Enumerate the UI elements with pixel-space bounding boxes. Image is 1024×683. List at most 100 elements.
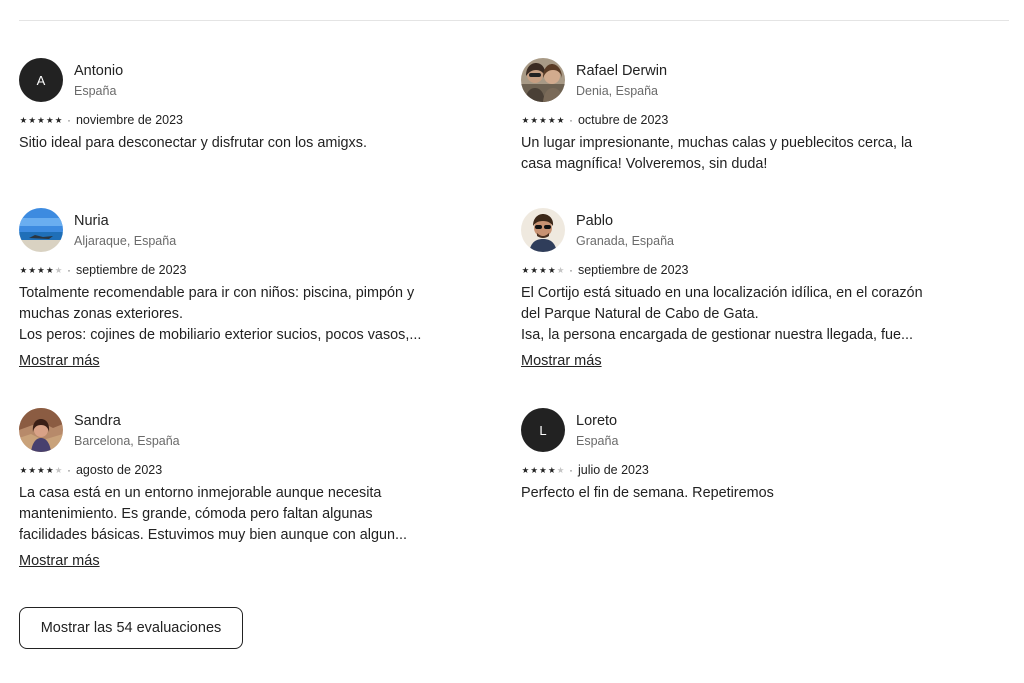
review-date: septiembre de 2023: [75, 263, 187, 277]
star-icon: ★: [54, 115, 63, 125]
reviewer-location: Aljaraque, España: [74, 233, 177, 248]
review-meta: ★ ★ ★ ★ ★ · agosto de 2023: [19, 462, 439, 478]
separator-dot: ·: [568, 463, 573, 477]
review-text-line: casa magnífica! Volveremos, sin duda!: [521, 156, 768, 172]
review-text-line: Sitio ideal para desconectar y disfrutar…: [19, 135, 367, 151]
star-rating: ★ ★ ★ ★ ★: [521, 265, 565, 275]
star-icon: ★: [37, 465, 45, 475]
star-icon: ★: [547, 465, 556, 475]
review-text-line: mantenimiento. Es grande, cómoda pero fa…: [19, 506, 373, 522]
review-text: Perfecto el fin de semana. Repetiremos: [521, 483, 941, 504]
review-meta: ★ ★ ★ ★ ★ · julio de 2023: [521, 462, 941, 478]
review-date: octubre de 2023: [577, 113, 669, 127]
review-date: julio de 2023: [577, 463, 649, 477]
review-card: Nuria Aljaraque, España ★ ★ ★ ★ ★ · septiembre d…: [19, 208, 439, 370]
review-meta: ★ ★ ★ ★ ★ · octubre de 2023: [521, 112, 941, 128]
star-icon: ★: [530, 265, 538, 275]
review-date: agosto de 2023: [75, 463, 163, 477]
reviewer-name: Loreto: [576, 412, 618, 429]
review-card: Sandra Barcelona, España ★ ★ ★ ★ ★ · agosto de 2…: [19, 408, 439, 570]
review-header: Nuria Aljaraque, España: [19, 208, 439, 252]
star-icon: ★: [37, 265, 45, 275]
separator-dot: ·: [568, 113, 573, 127]
review-text-line: Totalmente recomendable para ir con niño…: [19, 285, 415, 301]
reviewer-location: Denia, España: [576, 83, 659, 98]
show-more-link[interactable]: Mostrar más: [19, 353, 100, 369]
reviewer-name: Pablo: [576, 212, 614, 229]
star-icon: ★: [45, 465, 54, 475]
star-icon: ★: [45, 115, 54, 125]
reviewer-name: Nuria: [74, 212, 109, 229]
review-text-line: Perfecto el fin de semana. Repetiremos: [521, 485, 774, 501]
show-more-link[interactable]: Mostrar más: [19, 553, 100, 569]
star-icon: ★: [45, 265, 54, 275]
star-icon: ★: [547, 115, 556, 125]
star-icon: ★: [539, 115, 547, 125]
review-meta: ★ ★ ★ ★ ★ · septiembre de 2023: [521, 262, 941, 278]
star-icon: ★: [521, 265, 530, 275]
reviewer-avatar[interactable]: [19, 408, 63, 452]
reviewer-location: España: [576, 433, 619, 448]
review-header: A Antonio España: [19, 58, 439, 102]
review-text-line: El Cortijo está situado en una localizac…: [521, 285, 923, 301]
star-icon: ★: [54, 265, 63, 275]
review-header: Pablo Granada, España: [521, 208, 941, 252]
review-header: L Loreto España: [521, 408, 941, 452]
review-card: L Loreto España ★ ★ ★ ★ ★ · julio de 2023 Perfecto…: [521, 408, 941, 504]
star-icon: ★: [19, 115, 28, 125]
separator-dot: ·: [66, 113, 71, 127]
reviewer-avatar[interactable]: L: [521, 408, 565, 452]
reviewer-location: Barcelona, España: [74, 433, 180, 448]
star-rating: ★ ★ ★ ★ ★: [521, 115, 565, 125]
reviewer-avatar[interactable]: A: [19, 58, 63, 102]
reviewer-avatar[interactable]: [521, 58, 565, 102]
reviewer-avatar[interactable]: [19, 208, 63, 252]
review-header: Sandra Barcelona, España: [19, 408, 439, 452]
star-rating: ★ ★ ★ ★ ★: [521, 465, 565, 475]
review-text-line: facilidades básicas. Estuvimos muy bien …: [19, 527, 407, 543]
separator-dot: ·: [66, 463, 71, 477]
review-text-line: del Parque Natural de Cabo de Gata.: [521, 306, 759, 322]
avatar-initial: A: [36, 72, 46, 88]
review-date: noviembre de 2023: [75, 113, 184, 127]
review-text-line: Isa, la persona encargada de gestionar n…: [521, 327, 914, 343]
reviewer-avatar[interactable]: [521, 208, 565, 252]
star-icon: ★: [37, 115, 45, 125]
star-rating: ★ ★ ★ ★ ★: [19, 115, 63, 125]
reviewer-location: España: [74, 83, 117, 98]
star-icon: ★: [556, 265, 565, 275]
star-rating: ★ ★ ★ ★ ★: [19, 265, 63, 275]
star-icon: ★: [556, 115, 565, 125]
star-icon: ★: [539, 265, 547, 275]
star-icon: ★: [530, 115, 538, 125]
section-divider: [19, 20, 1009, 21]
review-text: El Cortijo está situado en una localizac…: [521, 283, 941, 346]
review-text: Totalmente recomendable para ir con niño…: [19, 283, 439, 346]
review-text-line: Los peros: cojines de mobiliario exterio…: [19, 327, 422, 343]
show-all-reviews-button[interactable]: Mostrar las 54 evaluaciones: [19, 607, 243, 649]
reviewer-location: Granada, España: [576, 233, 674, 248]
star-icon: ★: [521, 115, 530, 125]
star-icon: ★: [28, 115, 36, 125]
star-icon: ★: [28, 465, 36, 475]
star-icon: ★: [19, 465, 28, 475]
review-text-line: La casa está en un entorno inmejorable a…: [19, 485, 382, 501]
star-rating: ★ ★ ★ ★ ★: [19, 465, 63, 475]
star-icon: ★: [547, 265, 556, 275]
review-text: Sitio ideal para desconectar y disfrutar…: [19, 133, 439, 154]
show-more-link[interactable]: Mostrar más: [521, 353, 602, 369]
review-header: Rafael Derwin Denia, España: [521, 58, 941, 102]
review-card: Pablo Granada, España ★ ★ ★ ★ ★ · septiembre de …: [521, 208, 941, 370]
avatar-initial: L: [539, 422, 547, 438]
star-icon: ★: [28, 265, 36, 275]
review-card: Rafael Derwin Denia, España ★ ★ ★ ★ ★ · octubre …: [521, 58, 941, 175]
reviewer-name: Antonio: [74, 62, 124, 79]
reviewer-name: Rafael Derwin: [576, 62, 668, 79]
review-date: septiembre de 2023: [577, 263, 689, 277]
reviewer-name: Sandra: [74, 412, 121, 429]
star-icon: ★: [19, 265, 28, 275]
star-icon: ★: [530, 465, 538, 475]
separator-dot: ·: [66, 263, 71, 277]
review-card: A Antonio España ★ ★ ★ ★ ★ · noviembre de 2023 Sit…: [19, 58, 439, 154]
review-text: La casa está en un entorno inmejorable a…: [19, 483, 439, 546]
